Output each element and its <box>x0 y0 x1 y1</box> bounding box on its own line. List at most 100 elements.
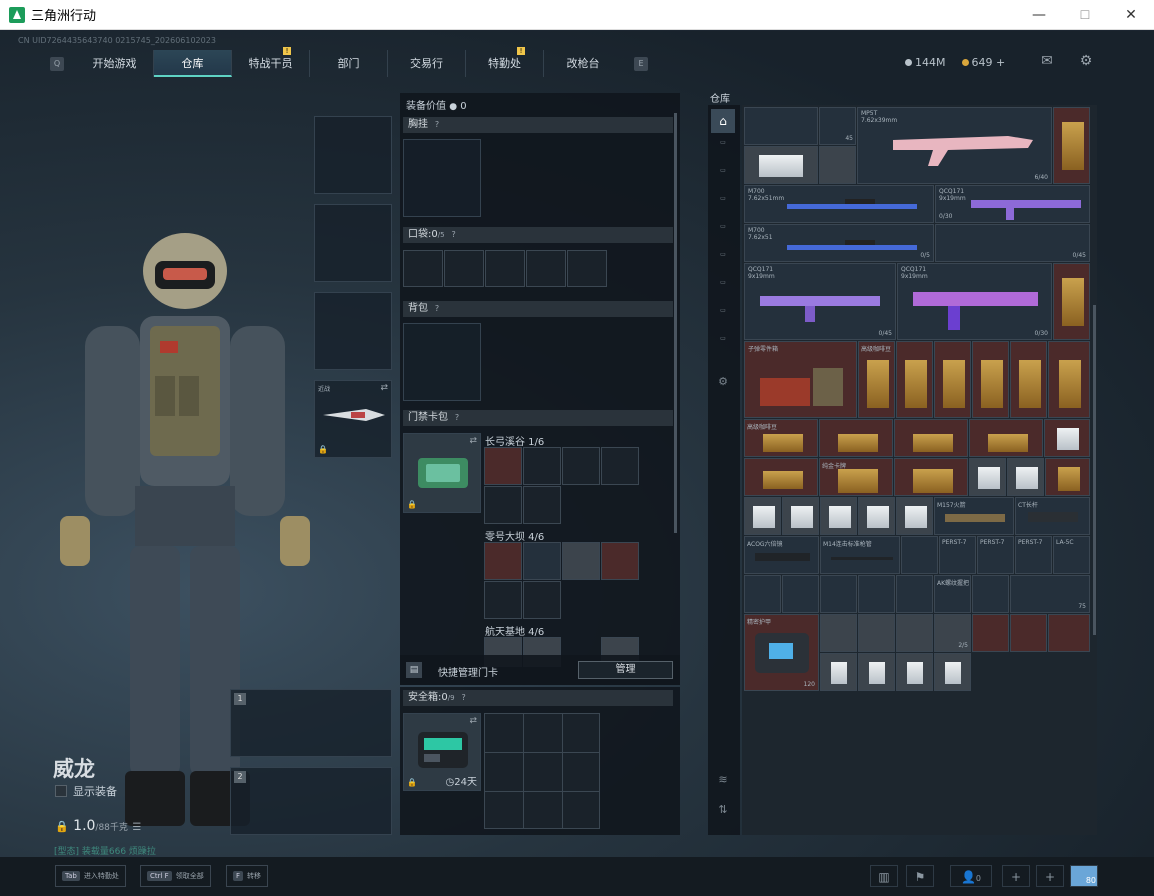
backpack-slot[interactable] <box>403 323 481 401</box>
launcher-item[interactable]: M157火箭 <box>934 497 1014 535</box>
help-icon[interactable]: ? <box>432 304 442 314</box>
warehouse-tab[interactable]: ▭ <box>711 335 735 359</box>
keycard-cell[interactable] <box>523 486 561 524</box>
coffee-item[interactable] <box>1053 263 1090 340</box>
add-friend-icon[interactable]: + <box>1036 865 1064 887</box>
swap-icon[interactable]: ⇄ <box>469 716 477 726</box>
help-icon[interactable]: ? <box>432 120 442 130</box>
avatar[interactable]: 80 <box>1070 865 1098 887</box>
helmet-slot[interactable] <box>314 116 392 194</box>
gold-card-item[interactable] <box>894 458 968 496</box>
jewelry-item[interactable] <box>744 458 818 496</box>
swap-icon[interactable]: ⇄ <box>380 383 388 393</box>
attachment-item[interactable] <box>744 575 781 613</box>
pocket-cell[interactable] <box>526 250 566 287</box>
keycard-item[interactable] <box>484 447 522 485</box>
electronics-item[interactable] <box>744 497 781 535</box>
manage-button[interactable]: 管理 <box>578 661 673 679</box>
warehouse-tab[interactable]: ▭ <box>711 307 735 331</box>
plate-item[interactable] <box>744 146 818 184</box>
scrollbar[interactable] <box>674 113 677 533</box>
misc-item[interactable] <box>1048 614 1090 652</box>
transfer-button[interactable]: F 转移 <box>226 865 269 887</box>
electronics-item[interactable] <box>969 458 1006 496</box>
show-equipment-toggle[interactable]: 显示装备 <box>55 783 117 799</box>
primary-weapon-slot[interactable]: 1 <box>230 689 392 757</box>
gold-currency[interactable]: 649 + <box>961 56 1005 69</box>
silver-currency[interactable]: 144M <box>905 56 946 69</box>
weapon-item-qcq[interactable]: QCQ171 9x19mm 0/45 <box>744 263 896 340</box>
coffee-item[interactable] <box>1053 107 1090 184</box>
vest-item[interactable] <box>744 107 818 145</box>
card-item[interactable] <box>858 653 895 691</box>
maximize-button[interactable]: ☐ <box>1062 0 1108 30</box>
armor-case-item[interactable]: 精密护甲 120 <box>744 614 819 691</box>
grip-item[interactable]: AK螺纹握把 <box>934 575 971 613</box>
weapon-item-qcq[interactable]: QCQ171 9x19mm 0/30 <box>897 263 1052 340</box>
card-item[interactable] <box>820 653 857 691</box>
attachment-item[interactable] <box>820 575 857 613</box>
warehouse-home-tab[interactable]: ⌂ <box>711 109 735 133</box>
weapon-item-m700b[interactable]: M700 7.62x51 0/5 <box>744 224 934 262</box>
warehouse-tab[interactable]: ▭ <box>711 223 735 247</box>
barrel-item[interactable]: M14连击标准枪管 <box>820 536 900 574</box>
card-item[interactable] <box>934 653 971 691</box>
tab-trade[interactable]: 交易行 <box>388 50 466 77</box>
keycard-cell[interactable] <box>562 447 600 485</box>
tab-start-game[interactable]: 开始游戏 <box>76 50 154 77</box>
electronics-item[interactable] <box>858 497 895 535</box>
safebox-grid[interactable] <box>484 713 600 829</box>
attachment-item[interactable] <box>858 575 895 613</box>
weapon-item-qcq[interactable]: QCQ171 9x19mm 0/30 <box>935 185 1090 223</box>
coffee-item[interactable] <box>896 341 933 418</box>
help-icon[interactable]: ? <box>459 693 469 703</box>
warehouse-tab[interactable]: ▭ <box>711 279 735 303</box>
keycard-cell[interactable] <box>601 447 639 485</box>
layers-icon[interactable]: ≋ <box>711 773 735 797</box>
attachment-item[interactable]: LA-5C <box>1053 536 1090 574</box>
nav-key-left[interactable]: Q <box>50 56 64 71</box>
warehouse-settings-icon[interactable]: ⚙ <box>711 375 735 399</box>
stock-item[interactable]: CT长杆 <box>1015 497 1090 535</box>
keycard-case-slot[interactable]: ⇄ 🔒 <box>403 433 481 513</box>
warehouse-tab[interactable]: ▭ <box>711 139 735 163</box>
coffee-item[interactable] <box>1010 341 1047 418</box>
stats-icon[interactable]: ▥ <box>870 865 898 887</box>
attachment-item[interactable]: PERST-7 <box>939 536 976 574</box>
jewelry-item[interactable] <box>819 419 893 457</box>
misc-item[interactable] <box>1010 614 1047 652</box>
weapon-item-m700[interactable]: M700 7.62x51mm <box>744 185 934 223</box>
safebox-slot[interactable]: ⇄ 🔒 ◷24天 <box>403 713 481 791</box>
coffee-item[interactable] <box>1048 341 1090 418</box>
help-icon[interactable]: ? <box>449 230 459 240</box>
tab-operators[interactable]: 特战干员! <box>232 47 310 77</box>
jewelry-item[interactable] <box>1044 419 1090 457</box>
pocket-cell[interactable] <box>444 250 484 287</box>
keycard-cell[interactable] <box>484 486 522 524</box>
close-button[interactable]: ✕ <box>1108 0 1154 30</box>
jewelry-item[interactable] <box>894 419 968 457</box>
misc-item[interactable] <box>896 614 933 652</box>
armor-slot[interactable] <box>314 204 392 282</box>
minimize-button[interactable]: — <box>1016 0 1062 30</box>
attachment-item[interactable] <box>901 536 938 574</box>
attachment-item[interactable]: PERST-7 <box>977 536 1014 574</box>
jewelry-item[interactable]: 高级咖啡豆 <box>744 419 818 457</box>
electronics-item[interactable] <box>896 497 933 535</box>
warehouse-tab[interactable]: ▭ <box>711 195 735 219</box>
collect-all-button[interactable]: Ctrl F 领取全部 <box>140 865 211 887</box>
tab-special-ops[interactable]: 特勤处! <box>466 47 544 77</box>
list-icon[interactable]: ☰ <box>132 822 141 833</box>
coffee-item[interactable] <box>1045 458 1090 496</box>
tab-gunsmith[interactable]: 改枪台 <box>544 50 622 77</box>
warehouse-tab[interactable]: ▭ <box>711 167 735 191</box>
keycard-cell[interactable] <box>484 581 522 619</box>
ammo-item[interactable]: 45 <box>819 107 856 145</box>
attachment-item[interactable] <box>896 575 933 613</box>
electronics-item[interactable] <box>819 146 856 184</box>
pistol-slot[interactable] <box>314 292 392 370</box>
checkbox[interactable] <box>55 785 67 797</box>
weapon-item-qcq[interactable]: 0/45 <box>935 224 1090 262</box>
attachment-item[interactable]: PERST-7 <box>1015 536 1052 574</box>
attachment-item[interactable] <box>972 575 1009 613</box>
